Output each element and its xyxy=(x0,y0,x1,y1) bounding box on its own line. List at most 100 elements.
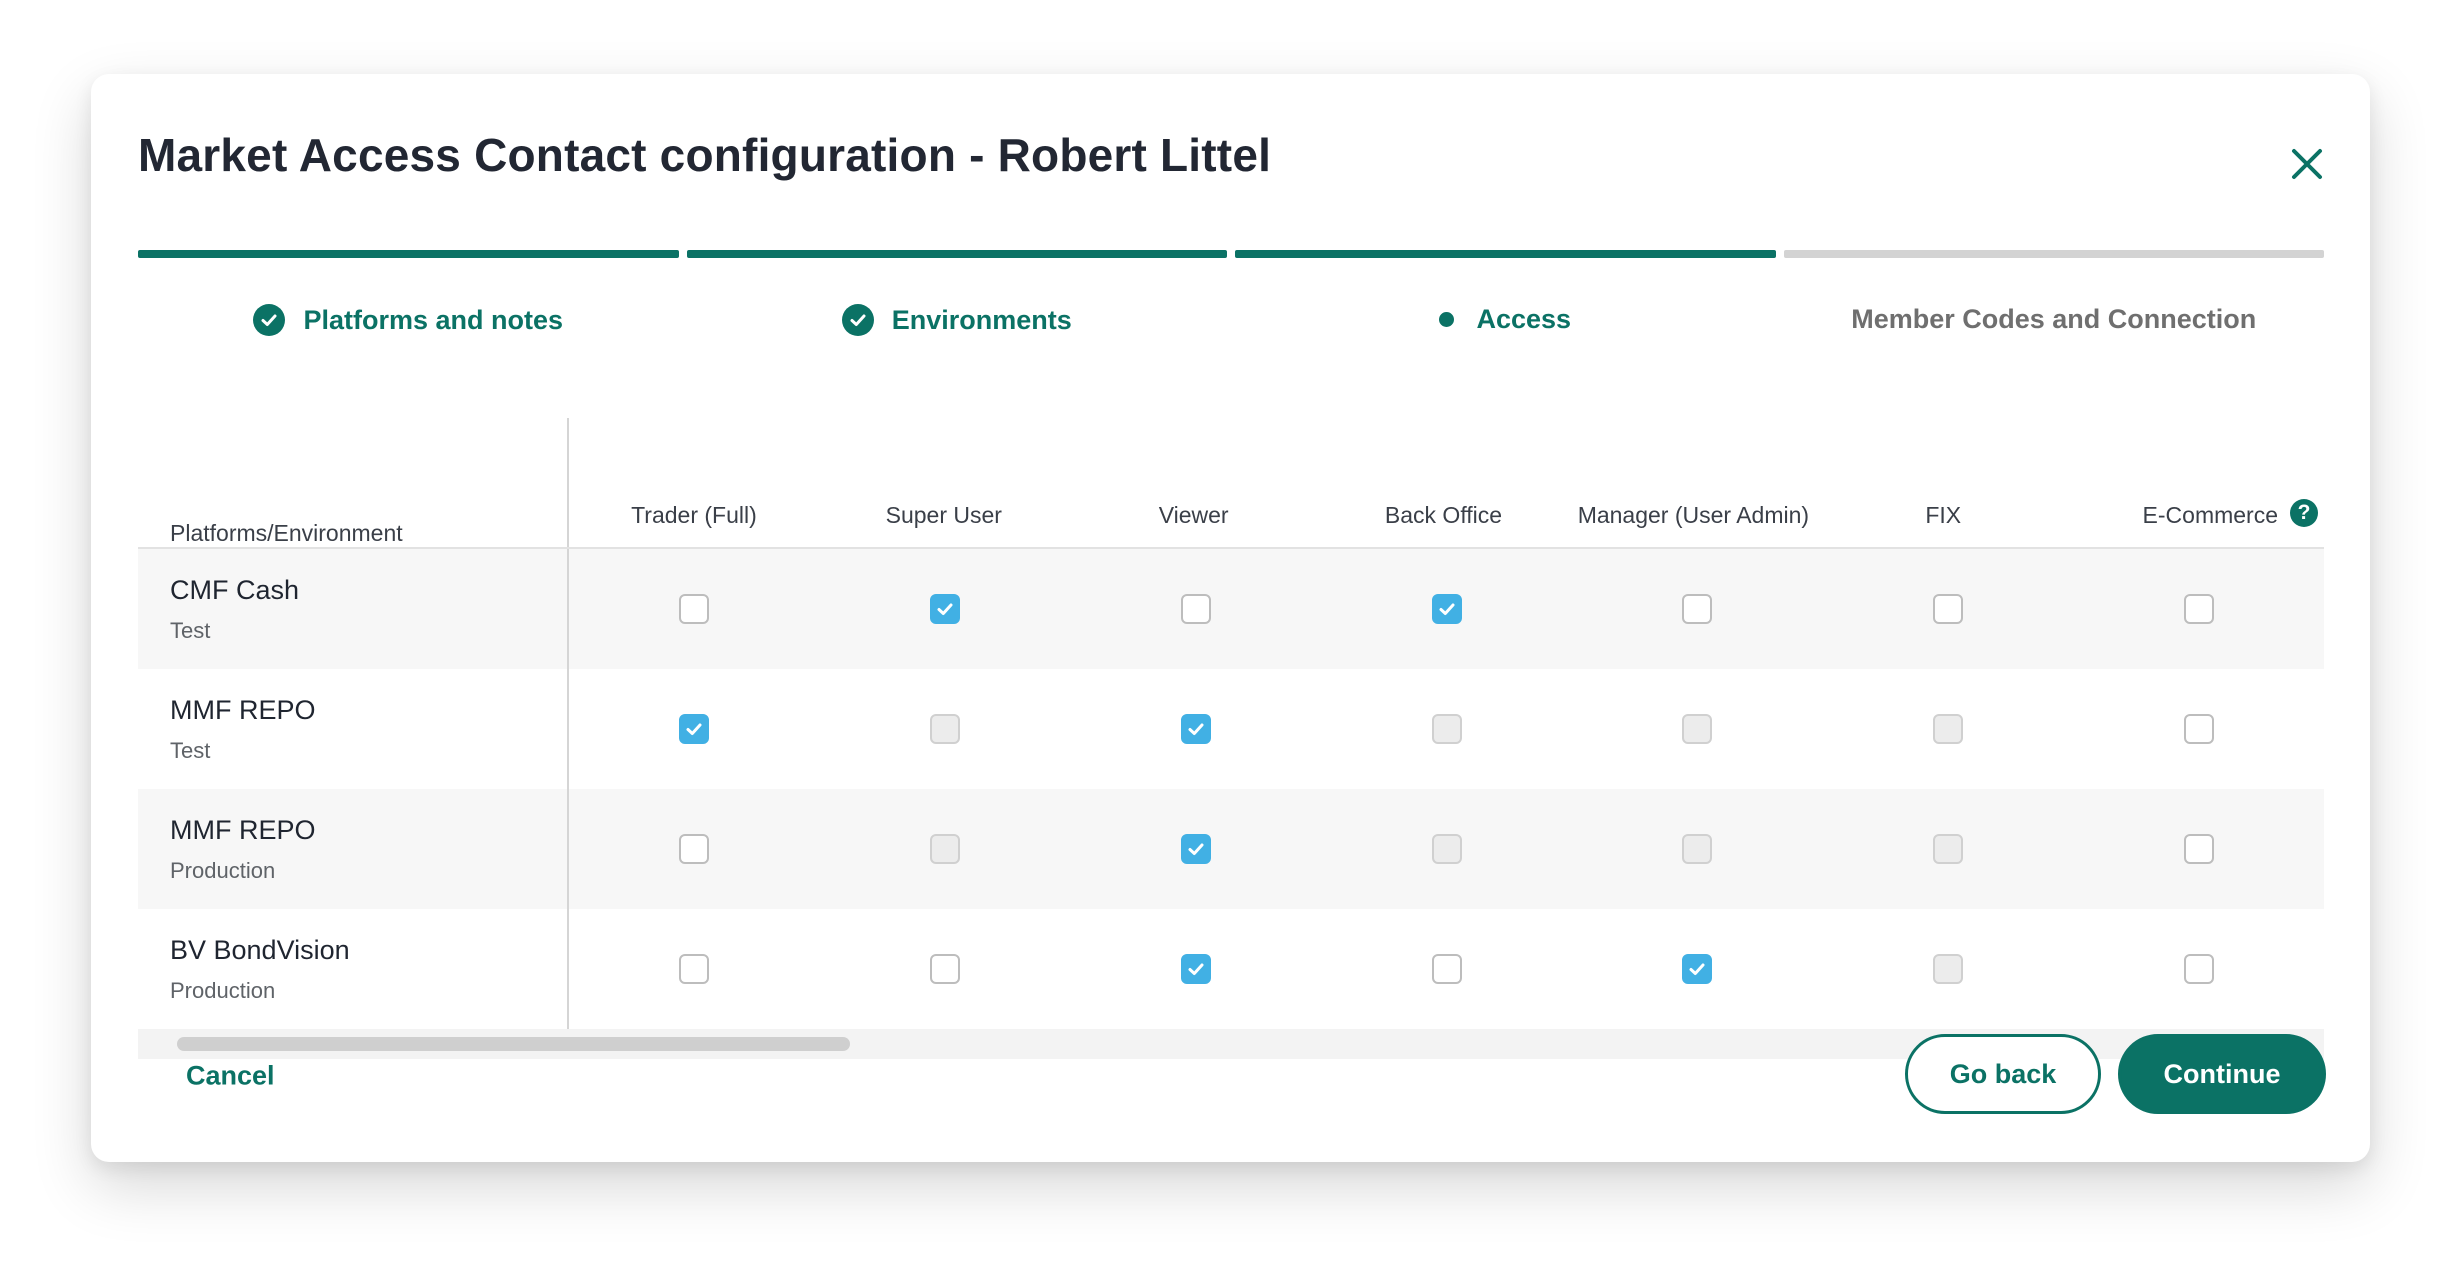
access-checkbox xyxy=(1431,834,1462,864)
access-checkbox[interactable] xyxy=(679,954,710,984)
access-cell xyxy=(1070,549,1321,669)
access-checkbox[interactable] xyxy=(1431,954,1462,984)
go-back-button[interactable]: Go back xyxy=(1905,1034,2101,1114)
page-title: Market Access Contact configuration - Ro… xyxy=(138,129,1272,181)
table-row: MMF REPO Production xyxy=(138,789,2324,909)
check-circle-icon xyxy=(841,304,874,336)
step-progress-bar xyxy=(138,250,679,258)
step-label: Environments xyxy=(891,304,1072,335)
access-checkbox[interactable] xyxy=(679,714,710,744)
access-checkbox xyxy=(1682,834,1713,864)
access-checkbox[interactable] xyxy=(1431,594,1462,624)
step-member-codes-and-connection[interactable]: Member Codes and Connection xyxy=(1783,250,2325,360)
step-access[interactable]: Access xyxy=(1235,250,1776,360)
column-header-label: Super User xyxy=(885,502,1002,528)
close-button[interactable] xyxy=(2277,134,2337,194)
checkmark-icon xyxy=(686,723,702,735)
dot-icon xyxy=(1439,312,1455,327)
step-progress-bar xyxy=(1783,250,2324,258)
access-checkbox[interactable] xyxy=(930,594,961,624)
access-cell xyxy=(569,909,820,1029)
checkmark-icon xyxy=(937,603,953,615)
platform-name: CMF Cash xyxy=(170,574,300,605)
column-header-label: E-Commerce xyxy=(2142,502,2279,528)
step-label-wrap: Access xyxy=(1235,304,1776,335)
scrollbar-thumb[interactable] xyxy=(177,1037,850,1051)
table-row: CMF Cash Test xyxy=(138,549,2324,669)
access-cell xyxy=(1823,549,2074,669)
access-cell xyxy=(1070,909,1321,1029)
access-cell xyxy=(1321,909,1572,1029)
checkmark-icon xyxy=(1439,603,1455,615)
table-row: BV BondVision Production xyxy=(138,909,2324,1029)
access-cell xyxy=(1070,789,1321,909)
step-progress-bar xyxy=(686,250,1227,258)
access-cell xyxy=(1572,669,1823,789)
access-checkbox[interactable] xyxy=(679,834,710,864)
access-checkbox xyxy=(1932,954,1963,984)
platform-name: BV BondVision xyxy=(170,934,350,965)
table-body: CMF Cash Test MMF REPO Test MMF REPO Producti… xyxy=(138,549,2324,1029)
column-header: Viewer xyxy=(1069,400,1319,547)
access-cell xyxy=(1572,909,1823,1029)
access-checkbox[interactable] xyxy=(2183,954,2214,984)
step-label: Access xyxy=(1476,304,1572,334)
access-checkbox xyxy=(930,714,961,744)
table-header-row: Platforms/Environment Trader (Full) Supe… xyxy=(138,402,2324,549)
step-progress-bar xyxy=(1235,250,1776,258)
check-circle-icon xyxy=(253,304,286,336)
access-cell xyxy=(2073,669,2324,789)
access-checkbox[interactable] xyxy=(2183,834,2214,864)
column-header-label: FIX xyxy=(1925,502,1962,528)
column-header: FIX xyxy=(1818,400,2068,547)
access-cell xyxy=(2073,909,2324,1029)
environment-name: Test xyxy=(170,618,211,644)
table-row: MMF REPO Test xyxy=(138,669,2324,789)
step-label-wrap: Platforms and notes xyxy=(138,304,679,336)
stepper: Platforms and notes Environments Access … xyxy=(138,250,2324,360)
platform-name: MMF REPO xyxy=(170,814,316,845)
access-checkbox[interactable] xyxy=(2183,714,2214,744)
access-checkbox[interactable] xyxy=(2183,594,2214,624)
help-icon[interactable]: ? xyxy=(2290,499,2319,527)
column-header: E-Commerce ? xyxy=(2068,400,2324,547)
step-label-wrap: Environments xyxy=(687,304,1228,336)
environment-name: Test xyxy=(170,738,211,764)
modal-dialog: Market Access Contact configuration - Ro… xyxy=(91,74,2370,1162)
access-cell xyxy=(1321,669,1572,789)
access-checkbox[interactable] xyxy=(1932,594,1963,624)
row-platform-cell: CMF Cash Test xyxy=(138,549,569,669)
close-icon xyxy=(2292,149,2322,179)
access-checkbox[interactable] xyxy=(1180,714,1211,744)
column-header-platforms: Platforms/Environment xyxy=(138,418,569,547)
access-checkbox xyxy=(1932,834,1963,864)
access-cell xyxy=(1572,549,1823,669)
step-platforms-and-notes[interactable]: Platforms and notes xyxy=(138,250,679,360)
column-header: Trader (Full) xyxy=(569,400,819,547)
access-checkbox[interactable] xyxy=(1682,594,1713,624)
access-checkbox[interactable] xyxy=(1682,954,1713,984)
access-table: Platforms/Environment Trader (Full) Supe… xyxy=(138,402,2324,1059)
column-header: Manager (User Admin) xyxy=(1568,400,1818,547)
access-checkbox xyxy=(930,834,961,864)
column-header: Back Office xyxy=(1319,400,1569,547)
step-environments[interactable]: Environments xyxy=(686,250,1228,360)
cancel-button[interactable]: Cancel xyxy=(186,1061,275,1092)
column-header-label: Manager (User Admin) xyxy=(1577,502,1810,528)
column-header-label: Back Office xyxy=(1384,502,1503,528)
access-cell xyxy=(820,909,1071,1029)
access-checkbox xyxy=(1932,714,1963,744)
continue-button[interactable]: Continue xyxy=(2118,1034,2326,1114)
step-label-wrap: Member Codes and Connection xyxy=(1784,304,2325,335)
access-cell xyxy=(1572,789,1823,909)
access-checkbox[interactable] xyxy=(1180,594,1211,624)
access-checkbox[interactable] xyxy=(1180,834,1211,864)
access-cell xyxy=(1321,789,1572,909)
access-checkbox[interactable] xyxy=(930,954,961,984)
access-checkbox[interactable] xyxy=(1180,954,1211,984)
access-checkbox[interactable] xyxy=(679,594,710,624)
row-platform-cell: MMF REPO Test xyxy=(138,669,569,789)
access-cell xyxy=(820,669,1071,789)
access-cell xyxy=(1823,669,2074,789)
column-header-label: Trader (Full) xyxy=(631,502,757,528)
